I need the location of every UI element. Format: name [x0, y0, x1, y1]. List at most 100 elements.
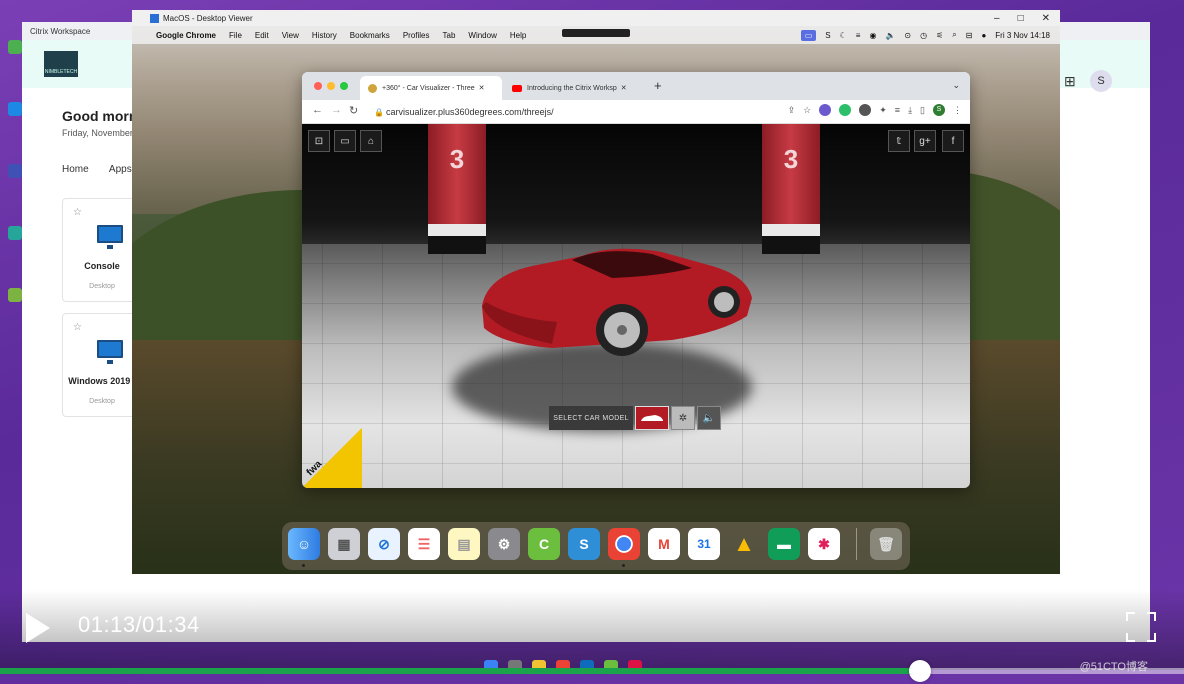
menu-file[interactable]: File	[229, 31, 242, 40]
facebook-icon[interactable]: f	[942, 130, 964, 152]
menu-bookmarks[interactable]: Bookmarks	[350, 31, 390, 40]
menubar-clock[interactable]: Fri 3 Nov 14:18	[995, 31, 1050, 40]
search-icon[interactable]: ⌕	[952, 30, 956, 40]
menu-help[interactable]: Help	[510, 31, 526, 40]
desktop-app-icon[interactable]	[8, 288, 22, 302]
twitter-icon[interactable]: 𝕥	[888, 130, 910, 152]
puzzle-icon[interactable]: ✦	[879, 105, 887, 116]
menu-view[interactable]: View	[282, 31, 299, 40]
reading-list-icon[interactable]: ≡	[895, 105, 900, 115]
viewer-toolbar-handle[interactable]	[562, 29, 630, 37]
close-light[interactable]	[314, 82, 322, 90]
fwa-award-badge[interactable]: fwa	[302, 428, 362, 488]
desktop-app-icon[interactable]	[8, 40, 22, 54]
sound-icon[interactable]: 🔈	[697, 406, 721, 430]
forward-icon[interactable]: →	[331, 104, 342, 116]
menu-app-name[interactable]: Google Chrome	[156, 31, 216, 40]
share-icon[interactable]: ⇪	[788, 105, 796, 116]
bookmark-star-icon[interactable]: ☆	[803, 105, 811, 116]
google-plus-icon[interactable]: g+	[914, 130, 936, 152]
desktop-app-icon[interactable]	[8, 102, 22, 116]
avatar[interactable]: S	[1090, 70, 1112, 92]
video-progress-knob[interactable]	[908, 660, 931, 682]
dock-gmail-icon[interactable]: M	[648, 528, 680, 560]
tab-citrix-intro[interactable]: Introducing the Citrix Worksp ✕	[504, 76, 644, 100]
menu-edit[interactable]: Edit	[255, 31, 269, 40]
car-visualizer-scene[interactable]: 3 3 ⊡ ▭ ⌂ 𝕥 g+ f fwa SELECT CAR MODEL ✲ …	[302, 124, 970, 488]
new-tab-icon[interactable]: +	[654, 78, 662, 93]
extension-icon[interactable]	[859, 104, 872, 116]
home-icon[interactable]: ⌂	[360, 130, 382, 152]
clock-icon[interactable]: ◷	[920, 31, 927, 40]
dock-s-icon[interactable]: S	[568, 528, 600, 560]
dock-drive-icon[interactable]: ▲	[728, 528, 760, 560]
dock-settings-icon[interactable]: ⚙	[488, 528, 520, 560]
dock-launchpad-icon[interactable]: ▦	[328, 528, 360, 560]
sidepanel-icon[interactable]: ▯	[920, 105, 925, 116]
download-icon[interactable]: ⤓	[908, 105, 912, 116]
extension-icon[interactable]	[819, 104, 832, 116]
favorite-star-icon[interactable]: ☆	[73, 207, 82, 218]
camera-icon[interactable]: ▭	[334, 130, 356, 152]
dock-reminders-icon[interactable]: ☰	[408, 528, 440, 560]
reload-icon[interactable]: ↻	[349, 104, 358, 117]
dock-chat-icon[interactable]: ▬	[768, 528, 800, 560]
mac-dock: ☺ ▦ ⊘ ☰ ▤ ⚙ C S M 31 ▲ ▬ ✱ 🗑	[282, 522, 910, 570]
stack-icon[interactable]: ≡	[856, 31, 861, 40]
car-silhouette-icon	[641, 415, 663, 421]
menu-tab[interactable]: Tab	[443, 31, 456, 40]
grammarly-icon[interactable]	[839, 104, 852, 116]
address-bar[interactable]: 🔒 carvisualizer.plus360degrees.com/three…	[372, 103, 742, 121]
extension-icon[interactable]: ◉	[869, 31, 876, 40]
car-color-button[interactable]	[635, 406, 669, 430]
wifi-off-icon[interactable]: ⚟	[936, 31, 943, 40]
back-icon[interactable]: ←	[312, 104, 323, 116]
tab-close-icon[interactable]: ✕	[479, 84, 485, 92]
toolbar-extensions: ⇪ ☆ ✦ ≡ ⤓ ▯ S ⋮	[788, 104, 962, 116]
nav-apps[interactable]: Apps	[109, 164, 132, 175]
zoom-light[interactable]	[340, 82, 348, 90]
dock-slack-icon[interactable]: ✱	[808, 528, 840, 560]
volume-icon[interactable]: 🔈	[885, 31, 895, 40]
nav-home[interactable]: Home	[62, 164, 89, 175]
rims-button[interactable]: ✲	[671, 406, 695, 430]
tab-close-icon[interactable]: ✕	[621, 84, 627, 92]
minimize-light[interactable]	[327, 82, 335, 90]
desktop-app-icon[interactable]	[8, 164, 22, 178]
select-car-model-button[interactable]: SELECT CAR MODEL	[549, 406, 633, 430]
tab-search-chevron-icon[interactable]: ⌄	[952, 80, 960, 91]
close-button[interactable]: ✕	[1042, 13, 1050, 24]
tab-car-visualizer[interactable]: +360° - Car Visualizer - Three ✕	[360, 76, 502, 100]
play-button[interactable]	[26, 613, 50, 643]
dock-notes-icon[interactable]: ▤	[448, 528, 480, 560]
control-center-icon[interactable]: ⊟	[966, 31, 973, 40]
screen-share-icon[interactable]: ▭	[800, 29, 817, 41]
menu-history[interactable]: History	[312, 31, 337, 40]
dock-trash-icon[interactable]: 🗑	[870, 528, 902, 560]
siri-icon[interactable]: ●	[981, 31, 986, 40]
dock-calendar-icon[interactable]: 31	[688, 528, 720, 560]
dock-citrix-icon[interactable]: C	[528, 528, 560, 560]
desktop-card-console[interactable]: ☆ Console Desktop	[62, 198, 142, 302]
dock-chrome-icon[interactable]	[608, 528, 640, 560]
menu-window[interactable]: Window	[468, 31, 496, 40]
more-menu-icon[interactable]: ⋮	[953, 105, 962, 116]
dock-finder-icon[interactable]: ☺	[288, 528, 320, 560]
favorite-star-icon[interactable]: ☆	[73, 322, 82, 333]
moon-icon[interactable]: ☾	[840, 31, 847, 40]
dock-safari-icon[interactable]: ⊘	[368, 528, 400, 560]
youtube-icon	[512, 84, 522, 92]
desktop-card-windows-2019[interactable]: ☆ Windows 2019 - Desktop	[62, 313, 142, 417]
profile-avatar[interactable]: S	[933, 104, 945, 116]
menu-profiles[interactable]: Profiles	[403, 31, 430, 40]
desktop-app-icon[interactable]	[8, 226, 22, 240]
apps-grid-icon[interactable]: ⊞	[1064, 73, 1080, 89]
fullscreen-scene-icon[interactable]: ⊡	[308, 130, 330, 152]
maximize-button[interactable]: □	[1018, 13, 1024, 24]
red-sports-car[interactable]	[462, 236, 762, 356]
fullscreen-button[interactable]	[1126, 612, 1156, 642]
skype-icon[interactable]: S	[825, 31, 830, 40]
dock-divider	[856, 528, 857, 560]
minimize-button[interactable]: –	[994, 13, 1000, 24]
play-icon[interactable]: ⊙	[904, 31, 911, 40]
